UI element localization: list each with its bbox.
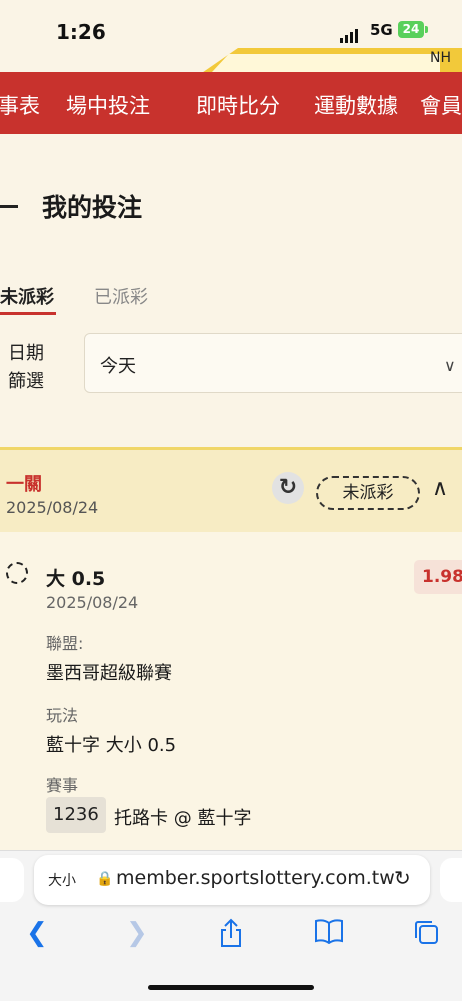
date-filter-value: 今天 (100, 356, 136, 377)
share-icon[interactable] (218, 918, 244, 955)
lock-icon: 🔒 (96, 871, 114, 887)
event-name: 托路卡 @ 藍十字 (114, 808, 252, 829)
nav-item-live-scores[interactable]: 即時比分 (196, 90, 280, 120)
bet-type: 一關 (6, 474, 42, 495)
header-banner-text: NH (430, 50, 451, 66)
status-time: 1:26 (56, 20, 106, 44)
reload-icon[interactable]: ↻ (394, 866, 411, 890)
market-value: 藍十字 大小 0.5 (46, 735, 177, 756)
text-size-button[interactable]: 大小 (48, 870, 76, 890)
next-tab-peek[interactable] (440, 858, 462, 902)
selection-date: 2025/08/24 (46, 593, 139, 612)
forward-icon[interactable]: ❯ (126, 918, 148, 948)
market-label: 玩法 (46, 706, 79, 725)
selection-name: 大 0.5 (46, 568, 106, 590)
main-nav: 事表 場中投注 即時比分 運動數據 會員 (0, 72, 462, 134)
chevron-up-icon[interactable]: ∧ (432, 476, 448, 501)
nav-item-schedule[interactable]: 事表 (0, 90, 40, 120)
bet-date: 2025/08/24 (6, 498, 99, 517)
league-label: 聯盟: (46, 634, 84, 653)
bookmarks-icon[interactable] (314, 918, 344, 951)
header-accent-inner (212, 54, 440, 72)
status-badge: 未派彩 (316, 476, 420, 510)
tab-active-indicator (0, 312, 56, 315)
odds-badge: 1.98 (414, 560, 462, 594)
pending-status-icon (6, 562, 28, 584)
title-dash-decoration (0, 205, 18, 208)
battery-icon: 24 (398, 21, 424, 38)
event-label: 賽事 (46, 776, 79, 795)
tabs-icon[interactable] (412, 918, 440, 953)
date-filter-label: 日期篩選 (8, 343, 44, 392)
event-number: 1236 (46, 797, 106, 833)
network-label: 5G (370, 21, 393, 39)
league-value: 墨西哥超級聯賽 (46, 663, 172, 684)
refresh-icon[interactable]: ↻ (272, 472, 304, 504)
home-indicator (148, 985, 314, 990)
previous-tab-peek[interactable] (0, 858, 24, 902)
date-filter-select[interactable] (84, 333, 462, 393)
back-icon[interactable]: ❮ (26, 918, 48, 948)
tab-unsettled[interactable]: 未派彩 (0, 283, 54, 309)
battery-tip (425, 26, 428, 33)
signal-icon (340, 24, 360, 43)
tab-settled[interactable]: 已派彩 (94, 283, 148, 309)
nav-item-member[interactable]: 會員 (420, 90, 462, 120)
chevron-down-icon: ∨ (444, 356, 456, 375)
page-title: 我的投注 (42, 193, 143, 222)
nav-item-sports-stats[interactable]: 運動數據 (314, 90, 398, 120)
url-text[interactable]: member.sportslottery.com.tw (116, 867, 395, 889)
nav-item-live-betting[interactable]: 場中投注 (66, 90, 150, 120)
